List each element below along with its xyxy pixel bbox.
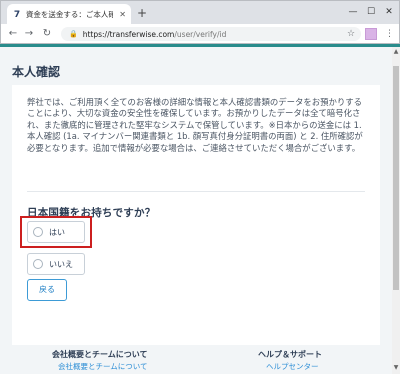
- footer-about-link[interactable]: 会社概要とチームについて: [58, 361, 148, 372]
- url-host: https://transferwise.com: [82, 29, 175, 39]
- option-no-label: いいえ: [49, 259, 73, 269]
- option-yes[interactable]: はい: [27, 221, 85, 243]
- browser-toolbar: ← → ↻ 🔒 https://transferwise.com/user/ve…: [0, 24, 400, 44]
- back-button[interactable]: 戻る: [27, 279, 67, 301]
- scroll-down-icon[interactable]: ▼: [392, 364, 400, 372]
- option-yes-label: はい: [49, 227, 65, 237]
- minimize-window-icon[interactable]: —: [347, 5, 359, 19]
- lock-icon: 🔒: [69, 30, 78, 38]
- reload-icon[interactable]: ↻: [41, 27, 53, 41]
- close-window-icon[interactable]: ✕: [383, 5, 395, 19]
- verification-description: 弊社では、ご利用頂く全てのお客様の詳細な情報と本人確認書類のデータをお預かりする…: [27, 97, 363, 153]
- transferwise-favicon-icon: 7: [13, 9, 21, 20]
- scroll-up-icon[interactable]: ▲: [392, 48, 400, 56]
- option-no[interactable]: いいえ: [27, 253, 85, 275]
- bookmark-star-icon[interactable]: ☆: [347, 27, 355, 41]
- browser-tab[interactable]: 7 資金を送金する：ご本人確認 ✕: [7, 4, 131, 25]
- footer-help-heading: ヘルプ＆サポート: [258, 350, 322, 359]
- tab-bar: 7 資金を送金する：ご本人確認 ✕ + — ☐ ✕: [0, 0, 400, 25]
- url-path: /user/verify/id: [174, 29, 227, 39]
- footer-about-heading: 会社概要とチームについて: [52, 350, 148, 359]
- url-text: https://transferwise.com/user/verify/id: [83, 30, 227, 39]
- browser-menu-icon[interactable]: ⋮: [385, 27, 394, 41]
- radio-no[interactable]: [33, 259, 43, 269]
- divider: [27, 191, 365, 192]
- back-arrow-icon[interactable]: ←: [7, 27, 19, 41]
- footer-help-link[interactable]: ヘルプセンター: [266, 361, 319, 372]
- scrollbar-thumb[interactable]: [393, 66, 399, 290]
- tab-title: 資金を送金する：ご本人確認: [25, 10, 114, 19]
- extension-icon[interactable]: [365, 28, 377, 40]
- maximize-window-icon[interactable]: ☐: [365, 5, 377, 19]
- progress-bar: [0, 44, 400, 47]
- forward-arrow-icon[interactable]: →: [23, 27, 35, 41]
- radio-yes[interactable]: [33, 227, 43, 237]
- new-tab-button[interactable]: +: [135, 5, 149, 21]
- page-title: 本人確認: [12, 65, 61, 79]
- verification-card: 弊社では、ご利用頂く全てのお客様の詳細な情報と本人確認書類のデータをお預かりする…: [12, 85, 380, 345]
- address-bar[interactable]: 🔒 https://transferwise.com/user/verify/i…: [61, 27, 361, 41]
- close-tab-icon[interactable]: ✕: [119, 10, 126, 19]
